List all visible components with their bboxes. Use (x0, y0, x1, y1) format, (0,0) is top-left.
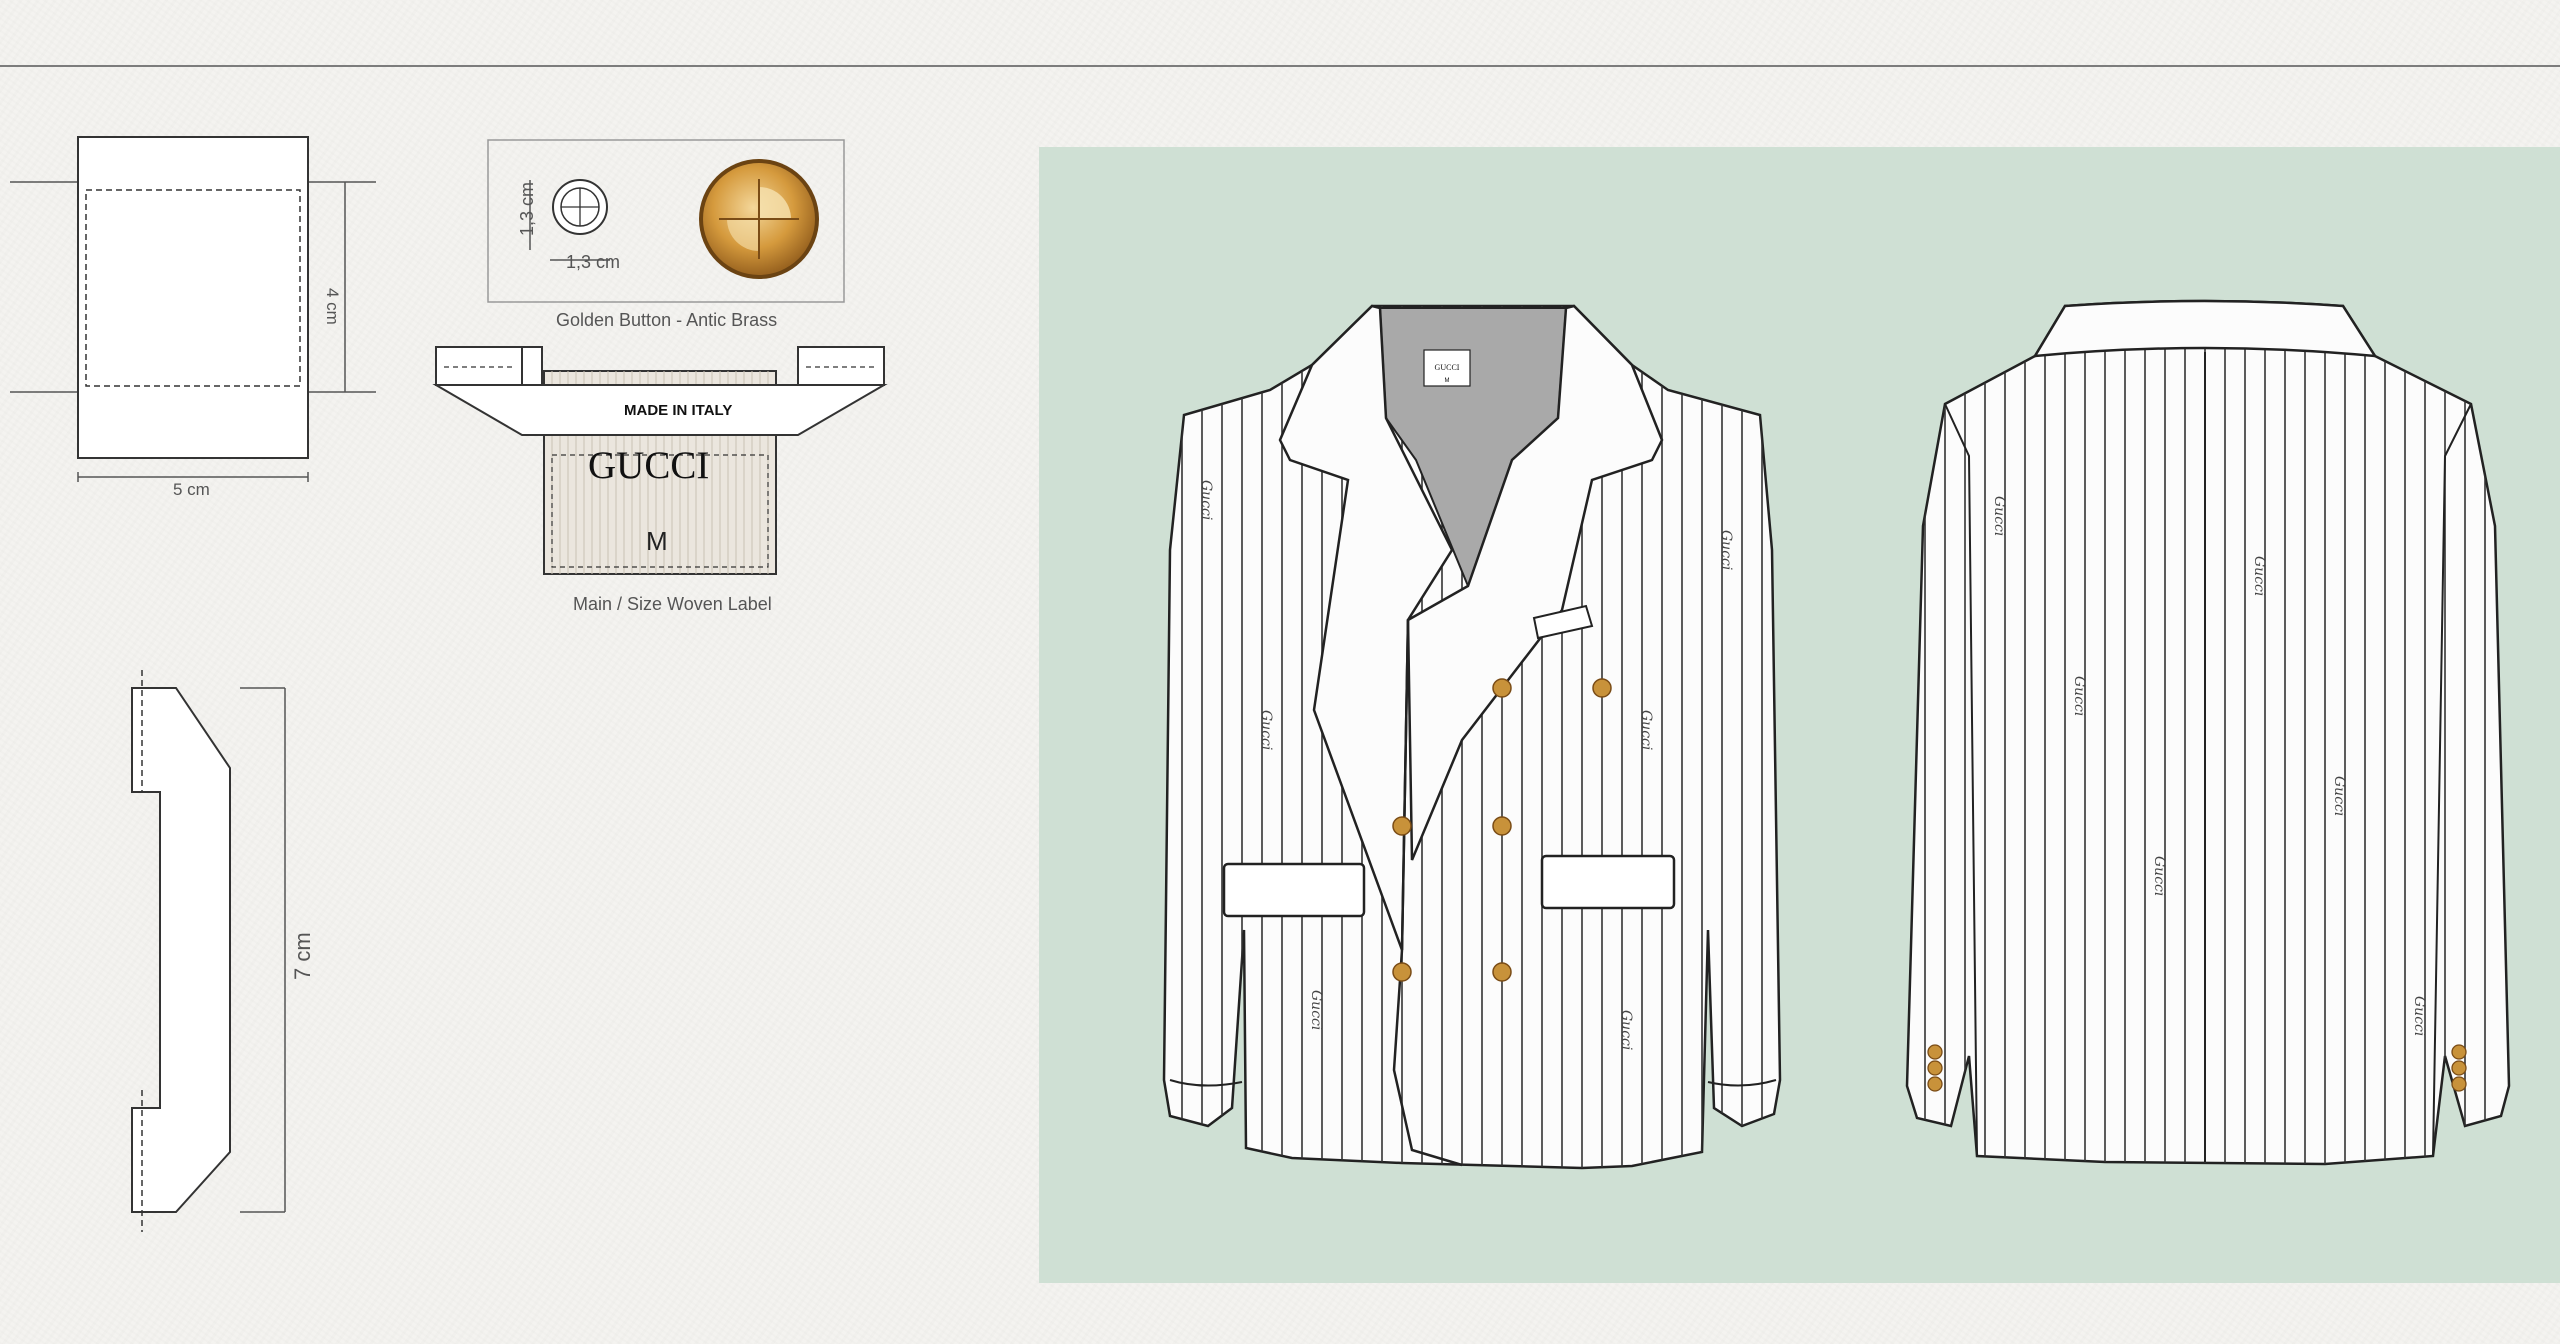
hanger-loop-length-label: 7 cm (290, 932, 315, 980)
jacket-back-print-5: Gucci (2331, 776, 2347, 816)
jacket-back-view: Gucci Gucci Gucci Gucci Gucci Gucci (1905, 299, 2511, 1166)
button-caption: Golden Button - Antic Brass (556, 310, 778, 330)
jacket-back-print-6: Gucci (2411, 996, 2427, 1036)
pocket-flap-drawing (10, 136, 376, 482)
woven-label-caption: Main / Size Woven Label (573, 594, 772, 614)
jacket-front-print-3: Gucci (1308, 990, 1324, 1030)
jacket-front-print-6: Gucci (1618, 1010, 1634, 1050)
top-rule-divider (0, 65, 2560, 67)
jacket-front-neck-label-size: M (1445, 378, 1450, 384)
woven-label-brand: GUCCI (588, 444, 710, 487)
jacket-front-print-4: Gucci (1638, 710, 1654, 750)
pocket-flap-height-label: 4 cm (323, 288, 342, 325)
jacket-front-print-5: Gucci (1718, 530, 1734, 570)
woven-label-size: M (646, 526, 668, 556)
button-height-label: 1,3 cm (517, 181, 537, 236)
jacket-back-print-2: Gucci (2071, 676, 2087, 716)
golden-button-icon (699, 159, 819, 279)
jacket-back-print-1: Gucci (1991, 496, 2007, 536)
jacket-front-view: GUCCI M Gucci Gucci Gucci Gucci Gucci Gu… (1162, 304, 1782, 1170)
button-width-label: 1,3 cm (566, 252, 621, 272)
pocket-flap-width-label: 5 cm (173, 480, 210, 499)
jacket-back-print-3: Gucci (2151, 856, 2167, 896)
jacket-front-neck-label-brand: GUCCI (1435, 363, 1460, 372)
jacket-front-print-1: Gucci (1198, 480, 1214, 520)
jacket-back-print-4: Gucci (2251, 556, 2267, 596)
jacket-front-print-2: Gucci (1258, 710, 1274, 750)
woven-label-made-in: MADE IN ITALY (624, 402, 733, 419)
